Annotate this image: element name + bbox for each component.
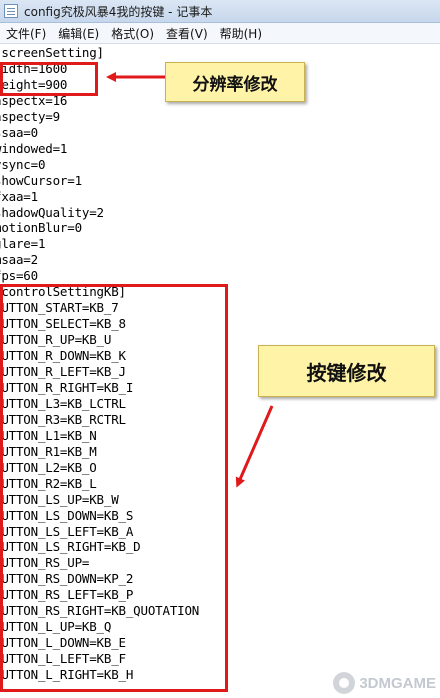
resolution-callout-text: 分辨率修改 <box>192 74 278 95</box>
keys-callout: 按键修改 <box>258 345 435 397</box>
keys-arrow <box>235 405 274 488</box>
keys-callout-text: 按键修改 <box>306 360 387 385</box>
3dmgame-logo-icon <box>333 672 356 694</box>
notepad-window: config究极风暴4我的按键 - 记事本 文件(F) 编辑(E) 格式(O) … <box>0 0 440 698</box>
resolution-callout: 分辨率修改 <box>165 62 305 102</box>
watermark-text: 3DMGAME <box>359 674 436 692</box>
watermark: 3DMGAME <box>333 672 436 694</box>
